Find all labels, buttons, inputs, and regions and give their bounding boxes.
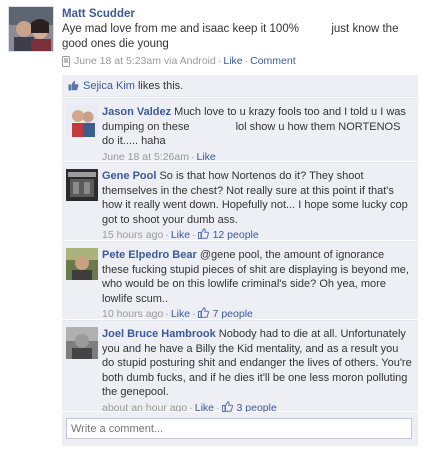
thumbs-up-icon [197, 307, 209, 318]
separator-dot: · [165, 308, 169, 320]
post-like-link[interactable]: Like [223, 55, 242, 67]
thumbs-up-icon [197, 228, 209, 239]
comment-item: Pete Elpedro Bear @gene pool, the amount… [62, 241, 418, 322]
comment-author-link[interactable]: Jason Valdez [102, 106, 171, 118]
comment-timestamp[interactable]: 15 hours ago [102, 229, 163, 241]
comment-body: Pete Elpedro Bear @gene pool, the amount… [102, 248, 412, 322]
thumbs-up-icon [68, 80, 79, 91]
comment-item: Gene Pool So is that how Nortenos do it?… [62, 162, 418, 243]
comment-item: Jason Valdez Much love to u krazy fools … [62, 98, 418, 164]
post-meta: June 18 at 5:23am via Android · Like · C… [62, 55, 296, 67]
comment-composer [62, 412, 418, 446]
post-timestamp[interactable]: June 18 at 5:23am via Android [74, 55, 216, 67]
post-comment-link[interactable]: Comment [250, 55, 296, 67]
thumbs-up-icon [221, 400, 233, 412]
write-comment-input[interactable] [66, 418, 412, 439]
comment-item: Joel Bruce Hambrook Nobody had to die at… [62, 320, 418, 414]
likes-summary: Sejica Kim likes this. [62, 75, 418, 97]
comment-like-link[interactable]: Like [171, 308, 190, 320]
comment-body: Gene Pool So is that how Nortenos do it?… [102, 169, 412, 243]
liker-name-link[interactable]: Sejica Kim [83, 80, 135, 92]
comment-body: Jason Valdez Much love to u krazy fools … [102, 105, 412, 164]
comment-like-link[interactable]: Like [171, 229, 190, 241]
comment-author-link[interactable]: Gene Pool [102, 170, 156, 182]
separator-dot: · [244, 55, 249, 67]
comment-timestamp[interactable]: 10 hours ago [102, 308, 163, 320]
comment-like-count-link[interactable]: 12 people [213, 229, 259, 241]
post-body: Matt Scudder Aye mad love from me and is… [62, 7, 422, 52]
comment-body: Joel Bruce Hambrook Nobody had to die at… [102, 327, 412, 415]
separator-dot: · [190, 150, 195, 163]
mobile-phone-icon [62, 55, 70, 67]
comment-author-link[interactable]: Joel Bruce Hambrook [102, 328, 216, 340]
post-text: Aye mad love from me and isaac keep it 1… [62, 23, 299, 35]
post-author-link[interactable]: Matt Scudder [62, 8, 135, 20]
likes-suffix: likes this. [137, 79, 184, 92]
avatar[interactable] [66, 327, 98, 359]
comment-like-count-link[interactable]: 7 people [213, 308, 253, 320]
separator-dot: · [165, 229, 169, 241]
separator-dot: · [192, 308, 196, 320]
comment-timestamp[interactable]: June 18 at 5:26am [102, 151, 189, 163]
comment-like-link[interactable]: Like [196, 151, 215, 163]
avatar[interactable] [66, 248, 98, 280]
avatar[interactable] [66, 105, 98, 137]
avatar[interactable] [66, 169, 98, 201]
comment-author-link[interactable]: Pete Elpedro Bear [102, 249, 197, 261]
avatar[interactable] [8, 6, 54, 52]
separator-dot: · [192, 229, 196, 241]
feed-post: Matt Scudder Aye mad love from me and is… [4, 2, 424, 67]
separator-dot: · [217, 55, 222, 67]
